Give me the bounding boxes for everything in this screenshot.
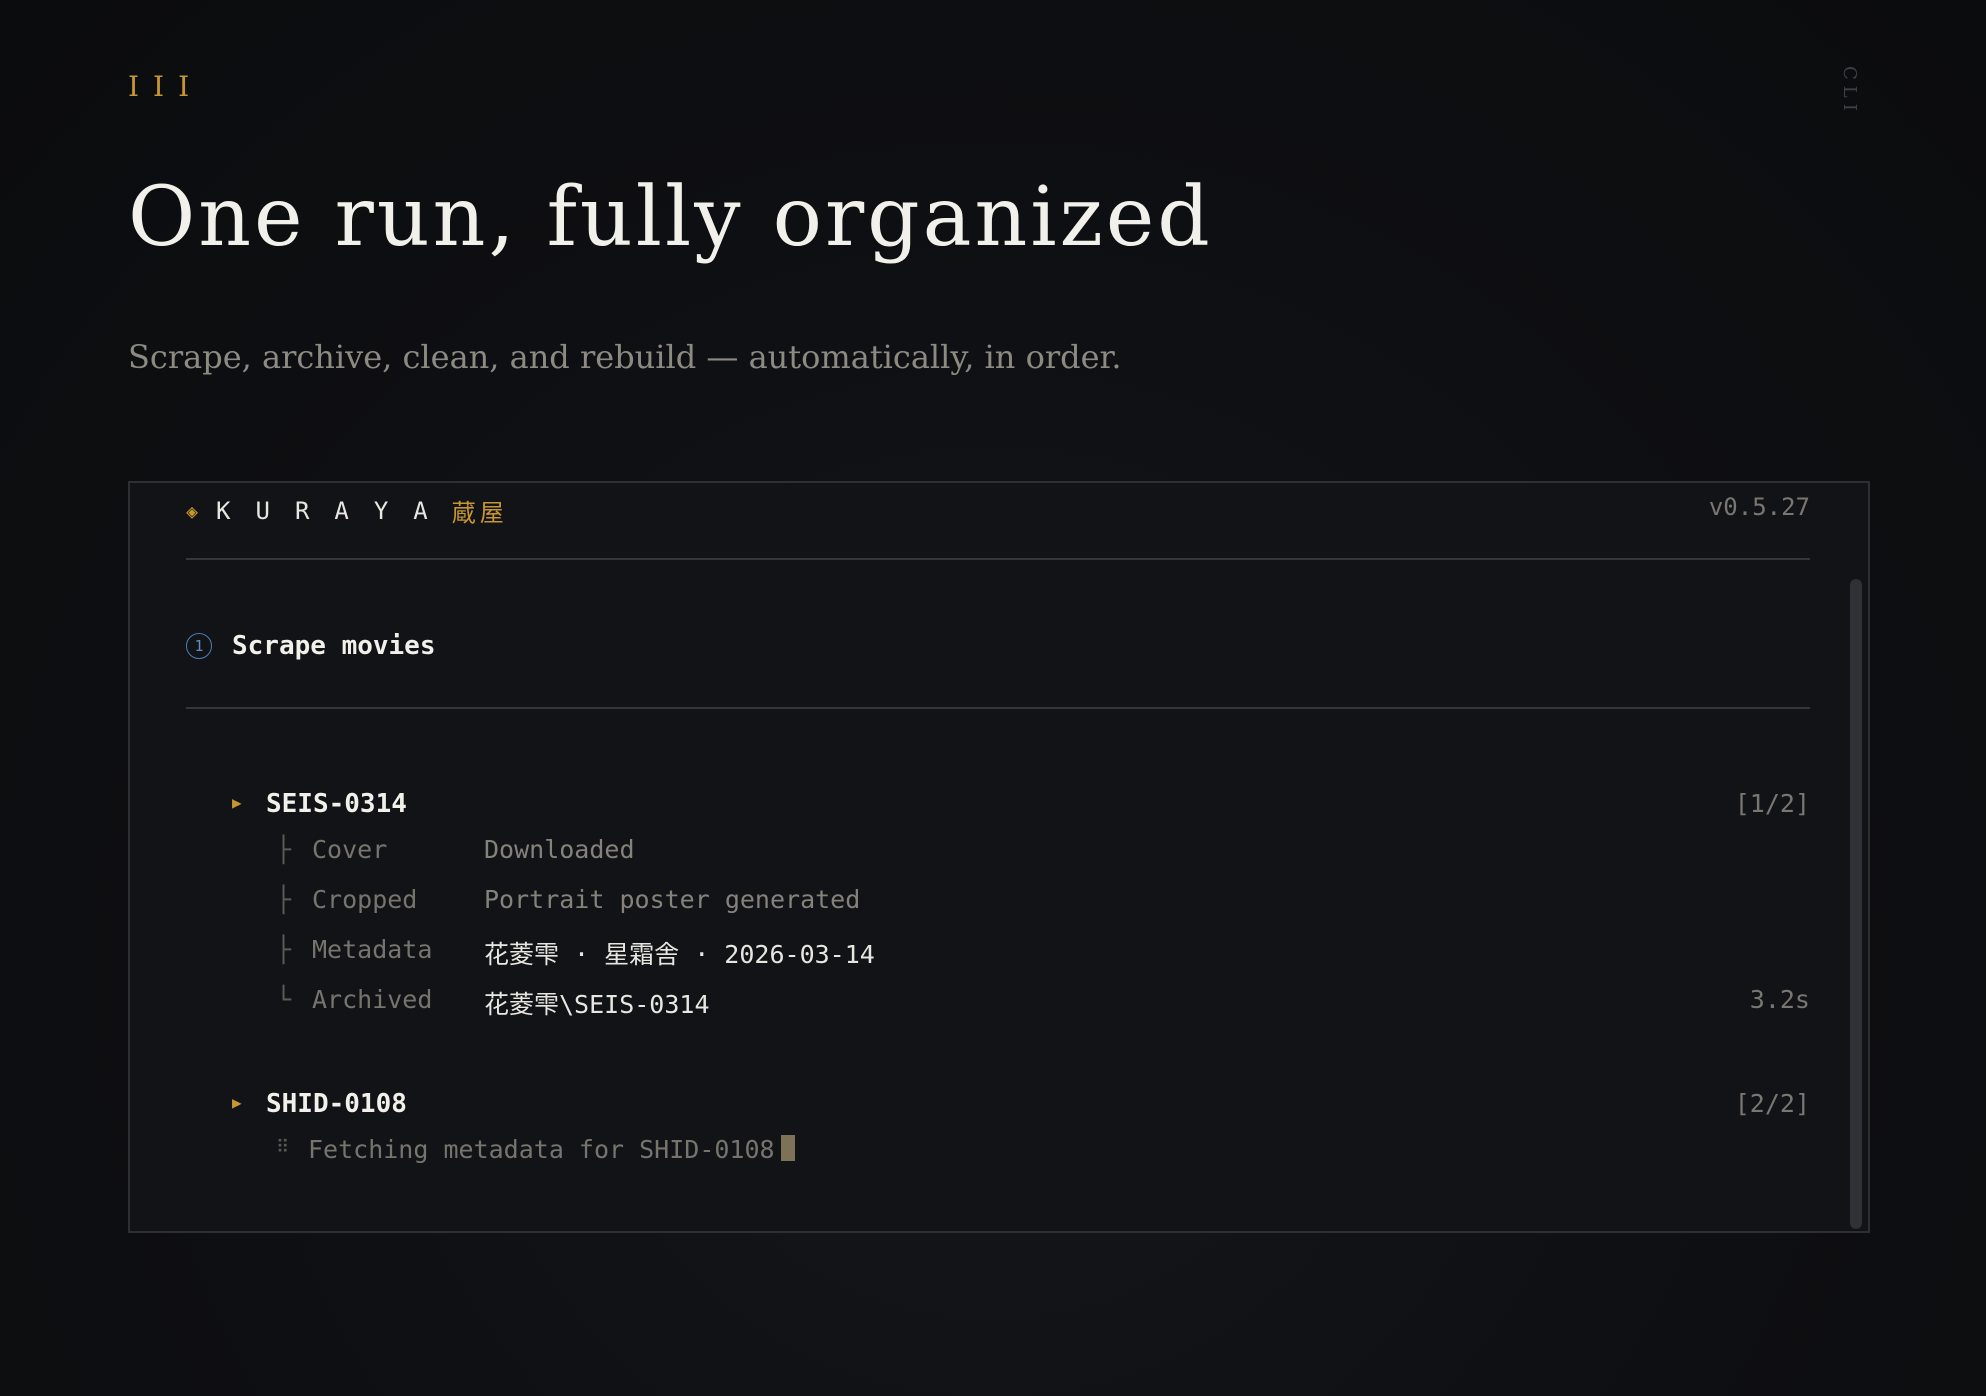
- brand-name: KURAYA: [216, 496, 453, 525]
- task-detail-row: └ Archived 花菱雫\SEIS-0314 3.2s: [232, 973, 1810, 1023]
- page-title: One run, fully organized: [128, 170, 1213, 265]
- task-progress-count: [1/2]: [1734, 789, 1810, 818]
- side-tag: CLI: [1839, 66, 1860, 117]
- task-detail-row: ├ Cropped Portrait poster generated: [232, 873, 1810, 923]
- terminal-window: ◈ KURAYA 蔵屋 v0.5.27 1 Scrape movies ▶ SE…: [128, 481, 1870, 1233]
- task-header: ▶ SEIS-0314 [1/2]: [232, 789, 1810, 823]
- task-detail-row: ├ Metadata 花菱雫 · 星霜舎 · 2026-03-14: [232, 923, 1810, 973]
- detail-label: Cropped: [312, 885, 418, 914]
- task-item: ▶ SEIS-0314 [1/2] ├ Cover Downloaded ├ C…: [232, 789, 1810, 1023]
- detail-value: Downloaded: [484, 835, 635, 864]
- caret-right-icon: ▶: [232, 793, 242, 812]
- step-title: Scrape movies: [232, 631, 436, 661]
- spinner-icon: ⠿: [276, 1137, 290, 1158]
- task-detail-row: ├ Cover Downloaded: [232, 823, 1810, 873]
- version-label: v0.5.27: [1708, 493, 1810, 521]
- tree-branch: ├: [276, 935, 292, 964]
- step-number-icon: 1: [186, 633, 212, 659]
- diamond-icon: ◈: [186, 498, 199, 523]
- elapsed-time: 3.2s: [1749, 985, 1810, 1014]
- detail-label: Cover: [312, 835, 388, 864]
- scrollbar[interactable]: [1850, 579, 1862, 1229]
- detail-label: Archived: [312, 985, 433, 1014]
- caret-right-icon: ▶: [232, 1093, 242, 1112]
- tree-branch: ├: [276, 885, 292, 914]
- page-subtitle: Scrape, archive, clean, and rebuild — au…: [128, 338, 1122, 376]
- task-progress-count: [2/2]: [1734, 1089, 1810, 1118]
- detail-label: Metadata: [312, 935, 433, 964]
- task-status-row: ⠿ Fetching metadata for SHID-0108: [232, 1123, 1810, 1173]
- task-id: SHID-0108: [266, 1089, 407, 1119]
- cursor-block: [780, 1135, 795, 1161]
- task-id: SEIS-0314: [266, 789, 407, 819]
- section-number: III: [128, 70, 204, 103]
- brand-kanji: 蔵屋: [451, 499, 508, 527]
- detail-value: Portrait poster generated: [484, 885, 861, 914]
- step-header: 1 Scrape movies: [186, 631, 1810, 709]
- brand: ◈ KURAYA 蔵屋: [186, 493, 508, 528]
- task-item: ▶ SHID-0108 [2/2] ⠿ Fetching metadata fo…: [232, 1089, 1810, 1173]
- tree-branch: ├: [276, 835, 292, 864]
- task-status: Fetching metadata for SHID-0108: [308, 1135, 795, 1164]
- detail-value: 花菱雫\SEIS-0314: [484, 990, 710, 1019]
- task-status-text: Fetching metadata for SHID-0108: [308, 1135, 775, 1164]
- terminal-header: ◈ KURAYA 蔵屋 v0.5.27: [186, 483, 1810, 560]
- task-header: ▶ SHID-0108 [2/2]: [232, 1089, 1810, 1123]
- detail-value: 花菱雫 · 星霜舎 · 2026-03-14: [484, 940, 875, 969]
- tree-branch: └: [276, 985, 292, 1014]
